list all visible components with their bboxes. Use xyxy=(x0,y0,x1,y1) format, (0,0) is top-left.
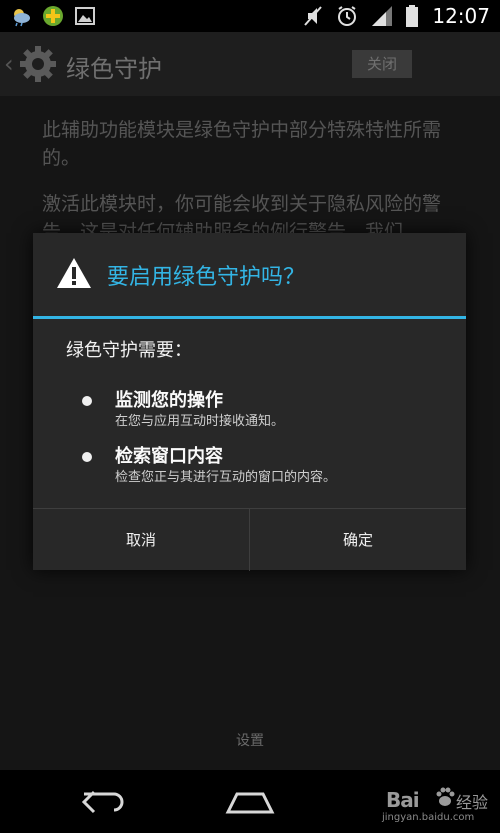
description-paragraph: 此辅助功能模块是绿色守护中部分特殊特性所需的。 xyxy=(42,119,442,169)
page-title: 绿色守护 xyxy=(66,55,162,83)
watermark-brand: Bai xyxy=(386,788,420,812)
dialog-intro: 绿色守护需要： xyxy=(66,340,192,361)
image-icon xyxy=(75,7,95,25)
enable-service-dialog: 要启用绿色守护吗？ 绿色守护需要： 监测您的操作 在您与应用互动时接收通知。 检… xyxy=(33,233,466,571)
dialog-title-divider xyxy=(33,316,466,319)
up-caret-icon[interactable]: ‹ xyxy=(4,50,14,78)
mute-icon xyxy=(304,6,323,26)
dialog-header: 要启用绿色守护吗？ xyxy=(33,233,466,316)
weather-icon xyxy=(14,9,30,27)
cancel-button[interactable]: 取消 xyxy=(33,509,249,571)
warning-icon xyxy=(57,258,91,288)
permission-description: 在您与应用互动时接收通知。 xyxy=(115,414,285,429)
bullet-icon xyxy=(82,452,92,462)
ok-button[interactable]: 确定 xyxy=(250,509,466,571)
plus-app-icon xyxy=(43,6,63,26)
watermark-text: 经验 xyxy=(456,793,489,812)
baidu-watermark: Bai 经验 jingyan.baidu.com xyxy=(372,786,500,830)
paw-icon xyxy=(436,787,455,806)
bullet-icon xyxy=(82,396,92,406)
back-icon[interactable] xyxy=(80,788,128,816)
dialog-title: 要启用绿色守护吗？ xyxy=(107,265,306,290)
permission-description: 检查您正与其进行互动的窗口的内容。 xyxy=(115,470,337,485)
permission-title: 检索窗口内容 xyxy=(115,446,223,467)
watermark-url: jingyan.baidu.com xyxy=(382,812,475,823)
signal-icon xyxy=(372,6,393,26)
alarm-icon xyxy=(338,6,357,26)
clock: 12:07 xyxy=(432,4,490,28)
battery-icon xyxy=(406,5,419,27)
service-toggle[interactable]: 关闭 xyxy=(352,50,412,78)
settings-button[interactable]: 设置 xyxy=(0,730,500,750)
notification-icons xyxy=(10,5,96,27)
gear-icon[interactable] xyxy=(18,44,58,84)
status-bar: 12:07 xyxy=(0,0,500,32)
action-bar: ‹ 绿色守护 关闭 xyxy=(0,32,500,96)
system-status: 12:07 xyxy=(304,0,490,32)
permission-title: 监测您的操作 xyxy=(115,390,223,411)
home-icon[interactable] xyxy=(225,790,275,814)
dialog-button-bar: 取消 确定 xyxy=(33,508,466,571)
